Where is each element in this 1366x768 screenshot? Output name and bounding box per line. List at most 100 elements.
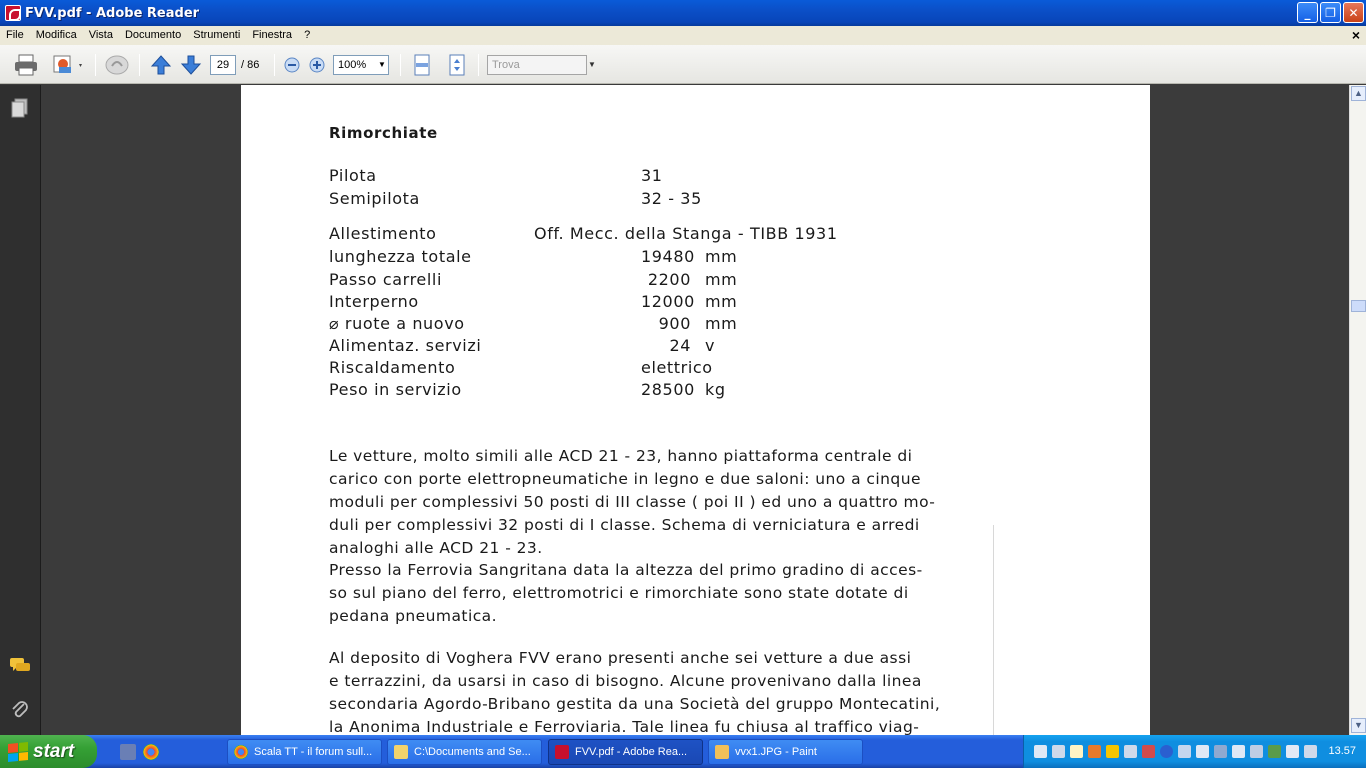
- folder-icon: [394, 745, 408, 759]
- pages-icon[interactable]: [9, 97, 31, 119]
- volume-icon[interactable]: [1304, 745, 1317, 758]
- spec-value: elettrico: [641, 358, 713, 377]
- tray-app-icon[interactable]: [1070, 745, 1083, 758]
- tray-app-icon[interactable]: [1232, 745, 1245, 758]
- menu-finestra[interactable]: Finestra: [246, 26, 298, 45]
- chrome-icon: [234, 745, 248, 759]
- document-area[interactable]: Rimorchiate Pilota 31 Semipilota 32 - 35…: [41, 85, 1349, 735]
- chrome-icon[interactable]: [143, 744, 159, 760]
- menu-vista[interactable]: Vista: [83, 26, 119, 45]
- window-controls: _ ❐ ✕: [1297, 2, 1364, 23]
- tray-app-icon[interactable]: [1142, 745, 1155, 758]
- spec-unit: v: [705, 336, 716, 355]
- tray-app-icon[interactable]: [1196, 745, 1209, 758]
- paragraph-line: carico con porte elettropneumatiche in l…: [329, 470, 921, 488]
- tray-app-icon[interactable]: [1034, 745, 1047, 758]
- zoom-in-icon[interactable]: [307, 53, 327, 77]
- paragraph-line: duli per complessivi 32 posti di I class…: [329, 516, 920, 534]
- print-icon[interactable]: [12, 53, 40, 77]
- page-total: / 86: [241, 59, 260, 71]
- fit-page-icon[interactable]: [445, 53, 469, 77]
- spec-label: Semipilota: [329, 189, 420, 208]
- zoom-select[interactable]: 100% ▼: [333, 55, 389, 75]
- menu-documento[interactable]: Documento: [119, 26, 187, 45]
- next-page-icon[interactable]: [179, 53, 203, 77]
- spec-label: Alimentaz. servizi: [329, 336, 482, 355]
- zoom-out-icon[interactable]: [282, 53, 302, 77]
- tray-app-icon[interactable]: [1088, 745, 1101, 758]
- scroll-up-button[interactable]: ▲: [1351, 86, 1366, 101]
- spec-label: Pilota: [329, 166, 377, 185]
- shield-icon[interactable]: [1106, 745, 1119, 758]
- scan-edge-divider: [993, 525, 994, 735]
- tray-app-icon[interactable]: [1268, 745, 1281, 758]
- taskbar: start Scala TT - il forum sull... C:\Doc…: [0, 735, 1366, 768]
- tray-app-icon[interactable]: [1052, 745, 1065, 758]
- tray-app-icon[interactable]: [1214, 745, 1227, 758]
- fit-width-icon[interactable]: [410, 53, 434, 77]
- spec-label: Interperno: [329, 292, 419, 311]
- task-label: Scala TT - il forum sull...: [254, 746, 373, 758]
- scroll-down-button[interactable]: ▼: [1351, 718, 1366, 733]
- toolbar: 29 / 86 100% ▼ Trova ▼: [0, 45, 1366, 84]
- task-explorer[interactable]: C:\Documents and Se...: [387, 739, 542, 765]
- spec-label: lunghezza totale: [329, 247, 472, 266]
- menu-file[interactable]: File: [0, 26, 30, 45]
- minimize-button[interactable]: _: [1297, 2, 1318, 23]
- network-icon[interactable]: [1124, 745, 1137, 758]
- toolbar-separator: [95, 54, 96, 76]
- spec-value: 900: [658, 314, 691, 333]
- paragraph-line: so sul piano del ferro, elettromotrici e…: [329, 584, 909, 602]
- paragraph-line: secondaria Agordo-Bribano gestita da una…: [329, 695, 941, 713]
- find-input[interactable]: Trova: [487, 55, 587, 75]
- spec-value: 31: [641, 166, 663, 185]
- clock[interactable]: 13.57: [1328, 735, 1356, 768]
- chevron-down-icon[interactable]: ▼: [587, 55, 597, 75]
- menu-help[interactable]: ?: [298, 26, 316, 45]
- start-button[interactable]: start: [0, 735, 97, 768]
- attachments-icon[interactable]: [9, 699, 31, 721]
- hand-icon[interactable]: [103, 53, 131, 77]
- tray-app-icon[interactable]: [1250, 745, 1263, 758]
- tray-app-icon[interactable]: [1286, 745, 1299, 758]
- comments-icon[interactable]: [9, 655, 31, 677]
- tray-app-icon[interactable]: [1178, 745, 1191, 758]
- show-desktop-icon[interactable]: [120, 744, 136, 760]
- page-number-input[interactable]: 29: [210, 55, 236, 75]
- toolbar-separator: [274, 54, 275, 76]
- menu-modifica[interactable]: Modifica: [30, 26, 83, 45]
- close-document-button[interactable]: ×: [1352, 26, 1360, 45]
- adobe-reader-icon: [555, 745, 569, 759]
- spec-unit: mm: [705, 314, 738, 333]
- adobe-reader-icon: [5, 5, 21, 21]
- restore-button[interactable]: ❐: [1320, 2, 1341, 23]
- toolbar-separator: [478, 54, 479, 76]
- review-icon[interactable]: [50, 53, 86, 77]
- spec-label: Peso in servizio: [329, 380, 462, 399]
- spec-unit: mm: [705, 247, 738, 266]
- chevron-down-icon: ▼: [378, 60, 386, 69]
- scroll-thumb[interactable]: [1351, 300, 1366, 312]
- section-heading: Rimorchiate: [329, 124, 438, 142]
- spec-unit: kg: [705, 380, 726, 399]
- spec-label: Passo carrelli: [329, 270, 442, 289]
- task-adobe-reader[interactable]: FVV.pdf - Adobe Rea...: [548, 739, 703, 765]
- toolbar-separator: [400, 54, 401, 76]
- system-tray: 13.57: [1023, 735, 1366, 768]
- bluetooth-icon[interactable]: [1160, 745, 1173, 758]
- close-button[interactable]: ✕: [1343, 2, 1364, 23]
- task-chrome-forum[interactable]: Scala TT - il forum sull...: [227, 739, 382, 765]
- spec-label: Allestimento: [329, 224, 437, 243]
- paragraph-line: Al deposito di Voghera FVV erano present…: [329, 649, 912, 667]
- vertical-scrollbar[interactable]: ▲ ▼: [1349, 85, 1366, 735]
- task-label: FVV.pdf - Adobe Rea...: [575, 746, 688, 758]
- previous-page-icon[interactable]: [149, 53, 173, 77]
- paragraph-line: analoghi alle ACD 21 - 23.: [329, 539, 543, 557]
- spec-label: ⌀ ruote a nuovo: [329, 314, 465, 333]
- task-paint[interactable]: vvx1.JPG - Paint: [708, 739, 863, 765]
- spec-value: 19480: [641, 247, 695, 266]
- spec-value: 12000: [641, 292, 695, 311]
- menu-strumenti[interactable]: Strumenti: [187, 26, 246, 45]
- paragraph-line: moduli per complessivi 50 posti di III c…: [329, 493, 936, 511]
- menu-bar: File Modifica Vista Documento Strumenti …: [0, 26, 1366, 45]
